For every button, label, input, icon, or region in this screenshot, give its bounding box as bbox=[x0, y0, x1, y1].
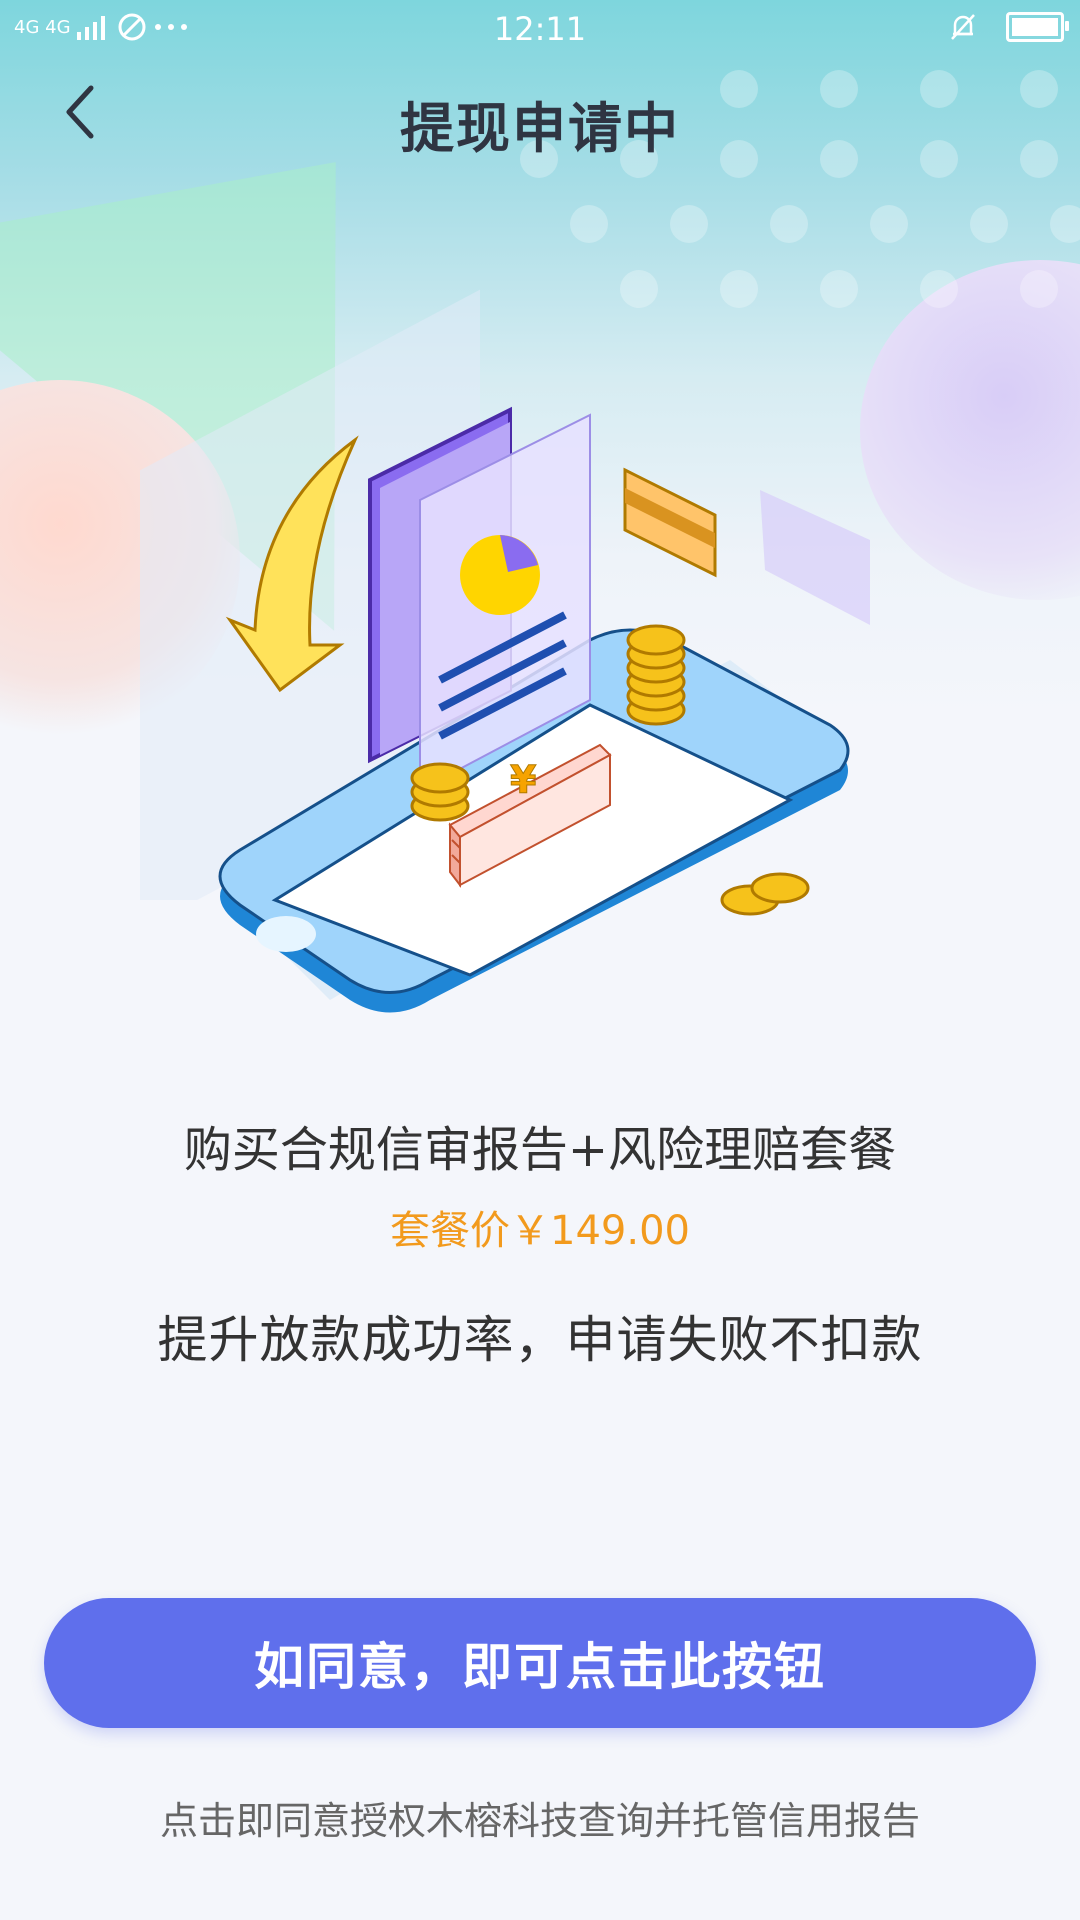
package-price: 套餐价￥149.00 bbox=[390, 1208, 690, 1254]
consent-text: 点击即同意授权木榕科技查询并托管信用报告 bbox=[159, 1799, 920, 1843]
battery-icon bbox=[1006, 12, 1069, 42]
currency-symbol: ¥ bbox=[510, 758, 536, 802]
status-bar: 4G 4G 12:11 bbox=[0, 0, 1080, 56]
package-title: 购买合规信审报告+风险理赔套餐 bbox=[183, 1122, 897, 1178]
phone-finance-illustration: ¥ bbox=[218, 406, 870, 1013]
nav-bar: 提现申请中 bbox=[0, 56, 1080, 176]
status-right bbox=[948, 12, 1069, 42]
bank-card-icon bbox=[623, 467, 870, 625]
status-time: 12:11 bbox=[493, 10, 587, 48]
bell-muted-icon bbox=[951, 14, 975, 40]
benefit-text: 提升放款成功率，申请失败不扣款 bbox=[157, 1311, 923, 1369]
arrow-down-icon bbox=[225, 435, 359, 693]
page-title: 提现申请中 bbox=[400, 97, 680, 160]
agree-button[interactable]: 如同意，即可点击此按钮 bbox=[44, 1598, 1036, 1728]
